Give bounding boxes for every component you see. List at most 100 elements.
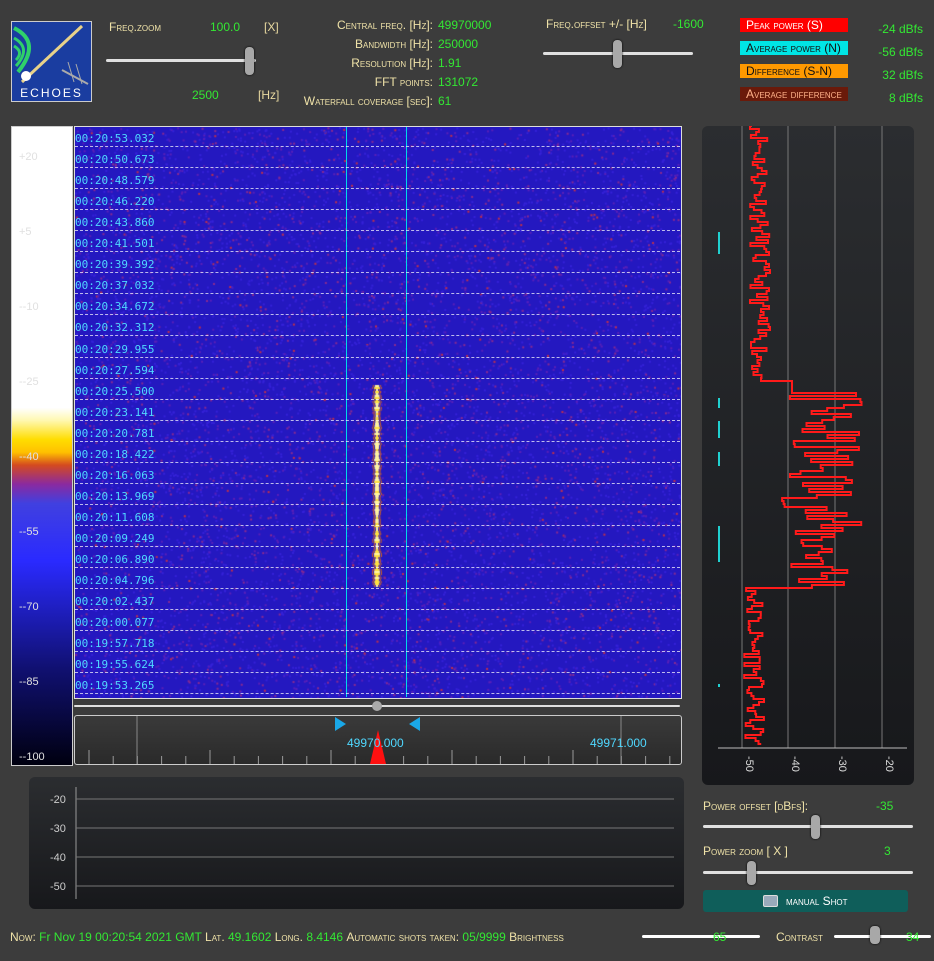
timestamp-label: 00:19:55.624 — [75, 658, 155, 672]
peak-power-value: -24 dBfs — [878, 22, 923, 36]
power-axis-label: -40 — [789, 756, 801, 772]
timestamp-label: 00:20:29.955 — [75, 342, 155, 356]
time-gridline — [75, 230, 680, 232]
average-power-legend: Average power (N) — [740, 41, 848, 55]
contrast-value: 34 — [906, 930, 920, 944]
average-power-value: -56 dBfs — [878, 45, 923, 59]
info-values: 49970000 250000 1.91 131072 61 — [438, 16, 491, 111]
info-labels: Central freq. [Hz]: Bandwidth [Hz]: Reso… — [300, 16, 433, 111]
freq-offset-value: -1600 — [673, 17, 704, 31]
time-gridline — [75, 314, 680, 316]
time-gridline — [75, 461, 680, 463]
power-axis-label: -30 — [836, 756, 848, 772]
color-scale-label: +20 — [19, 151, 38, 163]
brightness-slider[interactable] — [642, 935, 760, 938]
time-gridline — [75, 693, 680, 695]
time-gridline — [75, 545, 680, 547]
freq-zoom-slider-thumb[interactable] — [245, 47, 254, 75]
difference-value: 32 dBfs — [882, 68, 923, 82]
timestamp-label: 00:20:11.608 — [75, 510, 155, 524]
peak-power-trace — [743, 125, 863, 745]
time-gridline — [75, 146, 680, 147]
time-gridline — [75, 398, 680, 400]
power-spectrum-chart: -50 -40 -30 -20 — [718, 125, 907, 772]
time-gridline — [75, 567, 680, 568]
time-gridline — [75, 588, 680, 590]
bandwidth-value: 250000 — [438, 37, 479, 51]
freq-zoom-value: 100.0 — [210, 20, 241, 34]
freq-zoom-slider[interactable] — [106, 59, 256, 62]
shots-value: 05/9999 — [462, 930, 506, 944]
average-power-marker — [718, 232, 720, 254]
history-axis-label: -20 — [50, 794, 66, 806]
waterfall-scroll-thumb[interactable] — [372, 701, 382, 711]
average-difference-value: 8 dBfs — [888, 91, 923, 105]
time-gridline — [75, 356, 680, 358]
upper-bandwidth-marker — [406, 127, 407, 697]
power-offset-slider-thumb[interactable] — [811, 815, 820, 839]
antenna-icon — [13, 24, 89, 85]
freq-offset-slider-thumb[interactable] — [613, 40, 622, 68]
color-scale-label: --25 — [19, 376, 39, 388]
color-scale-label: --100 — [19, 751, 45, 763]
time-gridline — [75, 377, 680, 379]
timestamp-label: 00:20:50.673 — [75, 153, 155, 167]
freq-zoom-bottom-unit: [Hz] — [258, 88, 280, 102]
right-bandwidth-arrow-icon[interactable] — [409, 717, 420, 731]
timestamp-label: 00:20:16.063 — [75, 468, 155, 482]
power-axis-label: -50 — [743, 756, 755, 772]
power-zoom-slider[interactable] — [703, 871, 913, 874]
resolution-value: 1.91 — [438, 56, 462, 70]
average-power-marker — [718, 421, 720, 438]
long-value: 8.4146 — [306, 930, 344, 944]
shots-label: Automatic shots taken: — [346, 930, 460, 944]
time-gridline — [75, 188, 680, 190]
timestamp-label: 00:20:04.796 — [75, 574, 155, 588]
left-bandwidth-arrow-icon[interactable] — [335, 717, 346, 731]
brightness-value: 65 — [713, 930, 727, 944]
timestamp-label: 00:19:57.718 — [75, 637, 155, 651]
time-gridline — [75, 503, 680, 505]
timestamp-label: 00:20:06.890 — [75, 553, 155, 566]
timestamp-label: 00:20:27.594 — [75, 363, 155, 377]
fft-points-value: 131072 — [438, 75, 479, 89]
waterfall-coverage-label: Waterfall coverage [sec]: — [303, 94, 433, 108]
time-gridline — [75, 524, 680, 526]
timestamp-label: 00:20:25.500 — [75, 384, 155, 398]
timestamp-label: 00:20:46.220 — [75, 195, 155, 209]
color-scale-label: --85 — [19, 676, 39, 688]
average-difference-legend: Average difference — [740, 87, 848, 101]
history-axis-label: -40 — [50, 852, 66, 864]
timestamp-label: 00:20:37.032 — [75, 279, 155, 293]
timestamp-label: 00:20:02.437 — [75, 595, 155, 609]
manual-shot-label: manual Shot — [785, 894, 848, 908]
timestamp-label: 00:20:20.781 — [75, 426, 155, 440]
timestamp-label: 00:20:41.501 — [75, 237, 155, 251]
timestamp-label: 00:20:09.249 — [75, 531, 155, 545]
time-gridline — [75, 335, 680, 337]
timestamp-label: 00:20:34.672 — [75, 300, 155, 314]
time-gridline — [75, 440, 680, 442]
freq-zoom-label: Freq.zoom — [109, 20, 161, 34]
time-gridline — [75, 609, 680, 611]
peak-power-legend: Peak power (S) — [740, 18, 848, 32]
brightness-label: Brightness — [509, 930, 564, 944]
now-label: Now: — [10, 930, 36, 944]
lat-label: Lat. — [205, 930, 225, 944]
power-axis-label: -20 — [883, 756, 895, 772]
power-offset-label: Power offset [dBfs]: — [703, 799, 809, 813]
now-value: Fr Nov 19 00:20:54 2021 GMT — [39, 930, 202, 944]
freq-offset-label: Freq.offset +/- [Hz] — [546, 17, 647, 31]
manual-shot-button[interactable]: manual Shot — [703, 890, 908, 912]
time-gridline — [75, 272, 680, 274]
power-zoom-value: 3 — [884, 844, 891, 858]
freq-right-label: 49971.000 — [590, 736, 647, 750]
power-zoom-slider-thumb[interactable] — [747, 861, 756, 885]
timestamp-label: 00:20:48.579 — [75, 174, 155, 188]
power-offset-slider[interactable] — [703, 825, 913, 828]
contrast-slider-thumb[interactable] — [870, 926, 880, 944]
average-power-marker — [718, 398, 720, 408]
timestamp-label: 00:20:39.392 — [75, 258, 155, 272]
average-power-marker — [718, 526, 720, 562]
history-axis-label: -30 — [50, 823, 66, 835]
